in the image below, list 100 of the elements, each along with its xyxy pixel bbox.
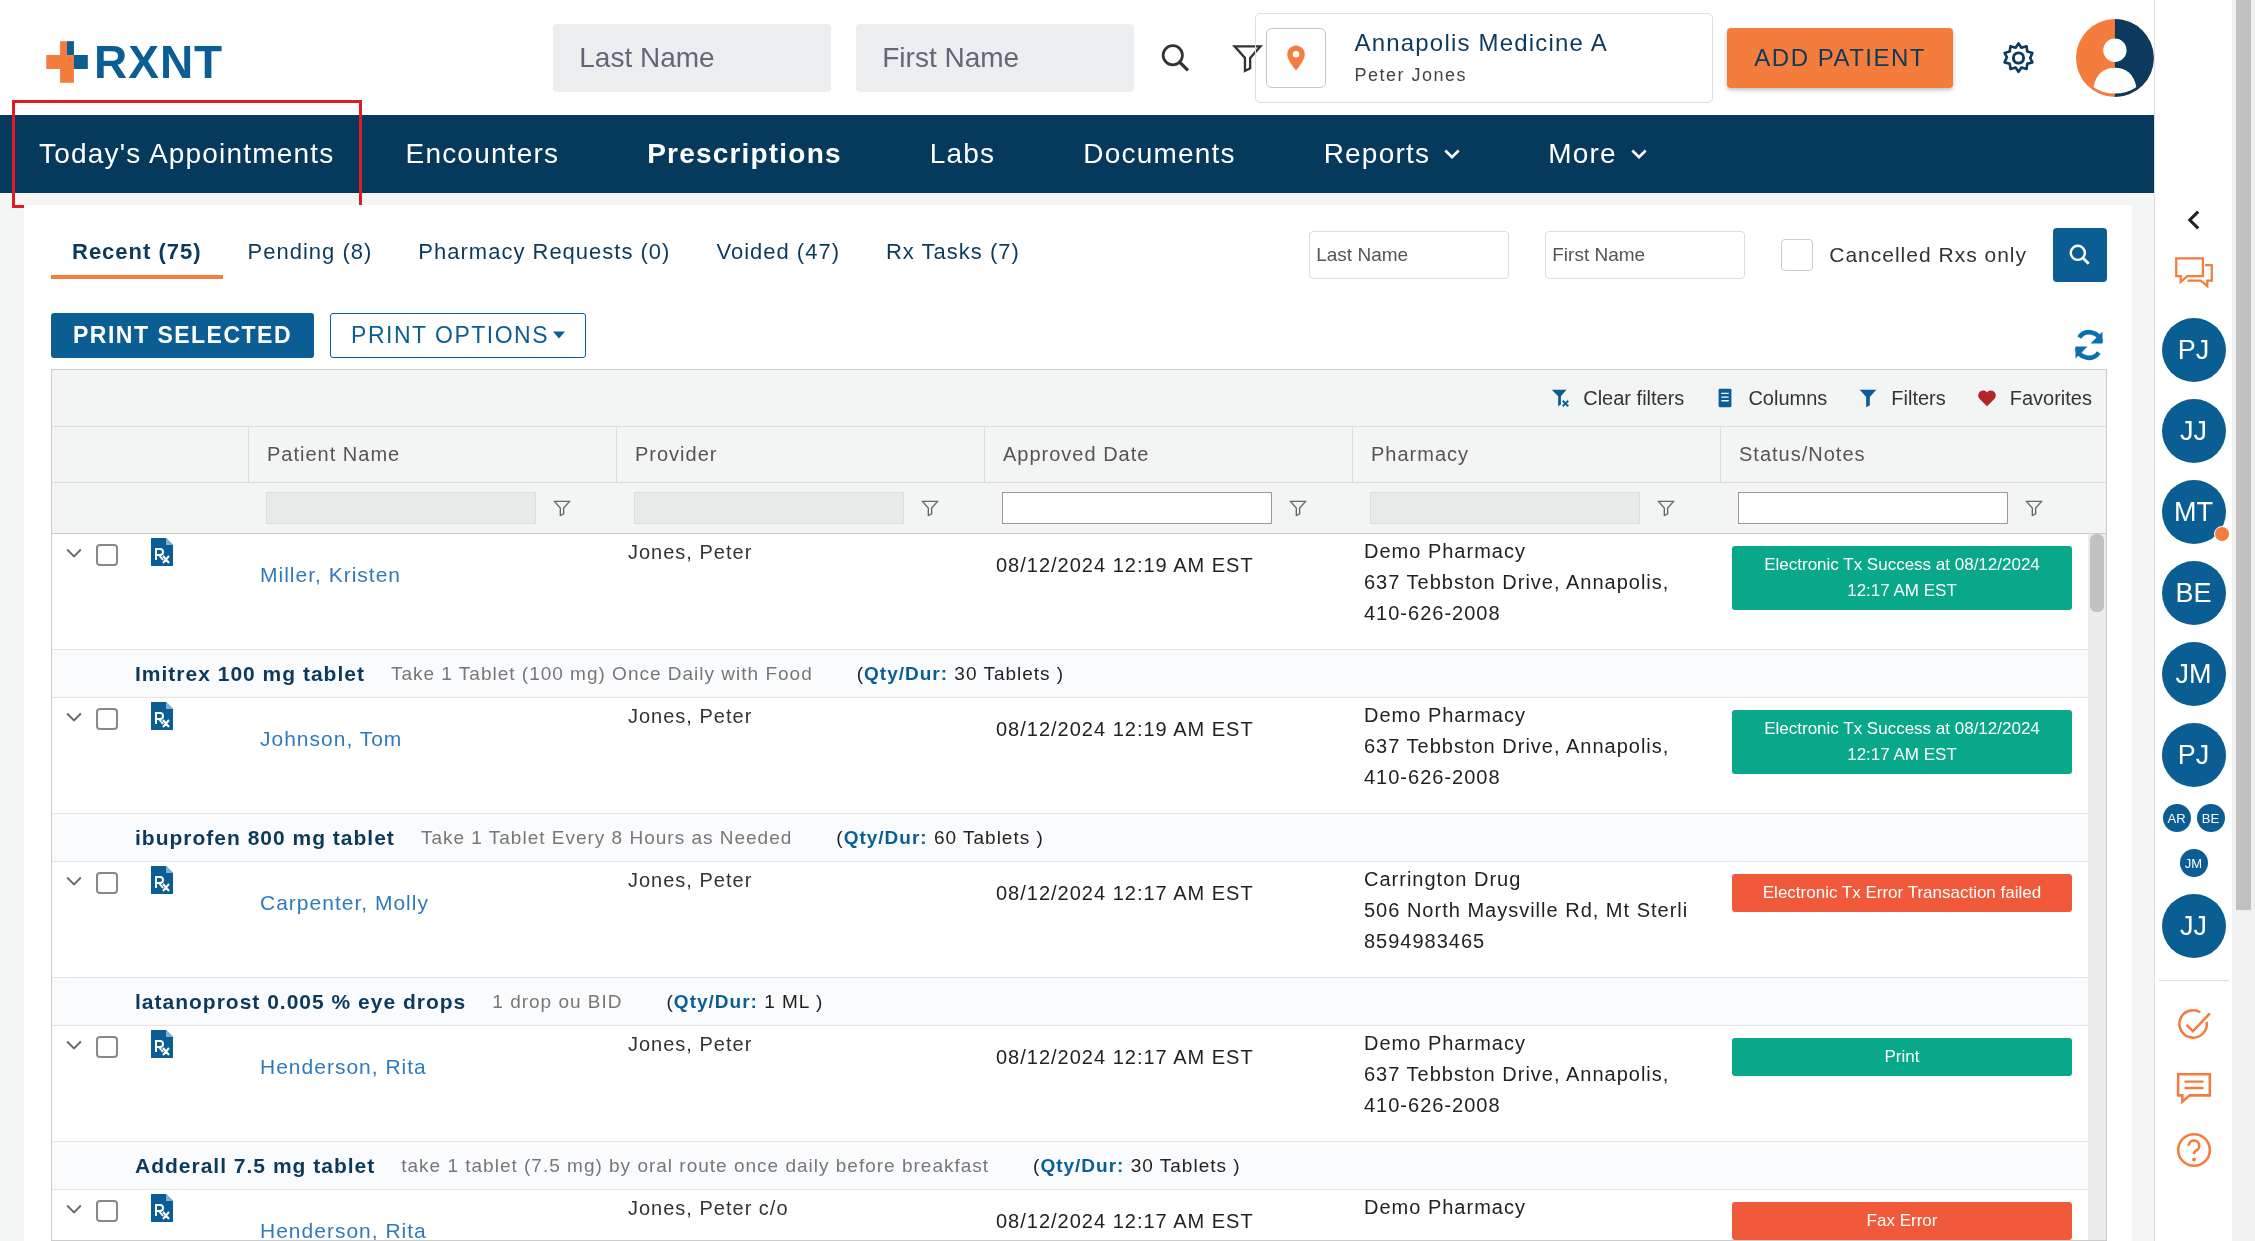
patient-link[interactable]: Carpenter, Molly [260, 891, 429, 915]
chevron-down-icon[interactable] [66, 548, 82, 559]
nav-item[interactable]: Labs [885, 115, 1040, 193]
logo[interactable]: RXNT [44, 26, 224, 89]
provider-cell-text: Jones, Peter [628, 705, 754, 728]
status-badge: Electronic Tx Success at 08/12/2024 12:17 AM EST [1732, 710, 2072, 774]
user-avatar[interactable]: AR [2162, 804, 2191, 832]
search-button[interactable] [2053, 228, 2107, 282]
name-filter-field[interactable]: Last Name [1309, 231, 1510, 279]
toolbar-button[interactable]: Clear filters [1549, 386, 1685, 410]
date-cell-text: 08/12/2024 12:19 AM EST [996, 554, 1255, 577]
date-cell-text: 08/12/2024 12:17 AM EST [996, 882, 1255, 905]
drug-name: Adderall 7.5 mg tablet [135, 1153, 376, 1178]
drug-name: ibuprofen 800 mg tablet [135, 825, 395, 850]
drug-instructions: Take 1 Tablet (100 mg) Once Daily with Food [390, 662, 813, 685]
avatar-icon[interactable] [2076, 17, 2154, 98]
tab[interactable]: Rx Tasks (7) [864, 231, 1041, 279]
document-icon[interactable] [150, 538, 174, 566]
nav-item[interactable]: More [1504, 115, 1691, 193]
row-checkbox[interactable] [96, 1200, 118, 1222]
status-badge: Print [1732, 1038, 2072, 1076]
user-avatar[interactable]: JJ [2161, 894, 2226, 958]
chevron-left-icon[interactable] [2186, 210, 2201, 230]
pharmacy-text: Demo Pharmacy [1364, 540, 1527, 563]
column-header[interactable]: Patient Name [248, 427, 616, 482]
column-header[interactable]: Pharmacy [1352, 427, 1720, 482]
row-checkbox[interactable] [96, 544, 118, 566]
caret-icon [553, 331, 566, 339]
quantity-text: (Qty/Dur: 30 Tablets ) [856, 662, 1065, 685]
pharmacy-text: 410-626-2008 [1364, 766, 1502, 789]
chevron-down-icon[interactable] [66, 712, 82, 723]
document-icon[interactable] [150, 866, 174, 894]
patient-link[interactable]: Miller, Kristen [260, 563, 402, 587]
user-avatar[interactable]: JM [2161, 642, 2226, 706]
row-checkbox[interactable] [96, 872, 118, 894]
print-selected-button[interactable]: PRINT SELECTED [51, 312, 315, 358]
name-filter-field[interactable]: First Name [1545, 231, 1746, 279]
location-card[interactable]: Annapolis Medicine A Peter Jones [1255, 12, 1714, 103]
scrollbar[interactable] [2232, 0, 2255, 1241]
column-header[interactable]: Provider [616, 427, 984, 482]
user-name: Peter Jones [1354, 65, 1468, 86]
add-patient-button[interactable]: ADD PATIENT [1727, 27, 1954, 88]
patient-link[interactable]: Henderson, Rita [260, 1055, 427, 1079]
user-avatar[interactable]: PJ [2161, 723, 2226, 787]
nav-item[interactable]: Encounters [361, 115, 604, 193]
nav-item[interactable]: Documents [1039, 115, 1280, 193]
column-header[interactable]: Status/Notes [1720, 427, 2088, 482]
search-field[interactable]: First Name [856, 23, 1135, 92]
cross-icon [44, 38, 90, 85]
pharmacy-text: 410-626-2008 [1364, 1094, 1502, 1117]
quantity-text: (Qty/Dur: 60 Tablets ) [836, 826, 1044, 849]
provider-cell-text: Jones, Peter c/o [628, 1197, 790, 1220]
tab[interactable]: Voided (47) [695, 231, 861, 279]
user-avatar[interactable]: BE [2161, 561, 2226, 625]
row-checkbox[interactable] [96, 1036, 118, 1058]
print-options-button[interactable]: PRINT OPTIONS [330, 312, 587, 358]
message-icon[interactable] [2174, 1071, 2213, 1105]
help-icon[interactable] [2174, 1131, 2213, 1169]
chevron-down-icon[interactable] [66, 1204, 82, 1215]
search-field[interactable]: Last Name [553, 23, 832, 92]
nav-item[interactable]: Reports [1279, 115, 1505, 193]
status-badge: Fax Error [1732, 1202, 2072, 1240]
pharmacy-text: Carrington Drug [1364, 868, 1523, 891]
nav-item[interactable]: Today's Appointments [12, 100, 362, 208]
column-filter-field[interactable] [1002, 492, 1272, 524]
column-filter-field[interactable] [1738, 492, 2008, 524]
document-icon[interactable] [150, 702, 174, 730]
user-avatar[interactable]: BE [2196, 804, 2225, 832]
drug-instructions: take 1 tablet (7.5 mg) by oral route once daily before breakfast [401, 1154, 990, 1177]
pharmacy-text: Demo Pharmacy [1364, 1196, 1527, 1219]
chevron-down-icon[interactable] [66, 1040, 82, 1051]
toolbar-button[interactable]: Columns [1714, 386, 1828, 410]
quantity-text: (Qty/Dur: 1 ML ) [666, 990, 824, 1013]
scrollbar[interactable] [2088, 534, 2106, 1240]
pharmacy-text: 8594983465 [1364, 930, 1487, 953]
document-icon[interactable] [150, 1194, 174, 1222]
date-cell-text: 08/12/2024 12:17 AM EST [996, 1046, 1255, 1069]
document-icon[interactable] [150, 1030, 174, 1058]
patient-link[interactable]: Johnson, Tom [260, 727, 403, 751]
quantity-text: (Qty/Dur: 30 Tablets ) [1033, 1154, 1241, 1177]
toolbar-button[interactable]: Filters [1857, 386, 1946, 410]
checkbox[interactable] [1781, 239, 1814, 271]
pharmacy-text: 410-626-2008 [1364, 602, 1502, 625]
chevron-down-icon[interactable] [66, 876, 82, 887]
tab[interactable]: Recent (75) [51, 231, 223, 279]
user-avatar[interactable]: JJ [2161, 399, 2226, 463]
drug-instructions: Take 1 Tablet Every 8 Hours as Needed [420, 826, 793, 849]
drug-instructions: 1 drop ou BID [492, 990, 623, 1013]
settings-icon[interactable] [2001, 39, 2037, 76]
column-header[interactable]: Approved Date [984, 427, 1352, 482]
tab[interactable]: Pharmacy Requests (0) [397, 231, 692, 279]
row-checkbox[interactable] [96, 708, 118, 730]
date-cell-text: 08/12/2024 12:17 AM EST [996, 1210, 1255, 1233]
drug-name: latanoprost 0.005 % eye drops [135, 989, 467, 1014]
user-avatar[interactable]: PJ [2161, 318, 2226, 382]
user-avatar[interactable]: JM [2179, 849, 2208, 877]
nav-item[interactable]: Prescriptions [603, 115, 886, 193]
tab[interactable]: Pending (8) [226, 231, 394, 279]
patient-link[interactable]: Henderson, Rita [260, 1219, 427, 1240]
toolbar-button[interactable]: Favorites [1975, 386, 2092, 410]
